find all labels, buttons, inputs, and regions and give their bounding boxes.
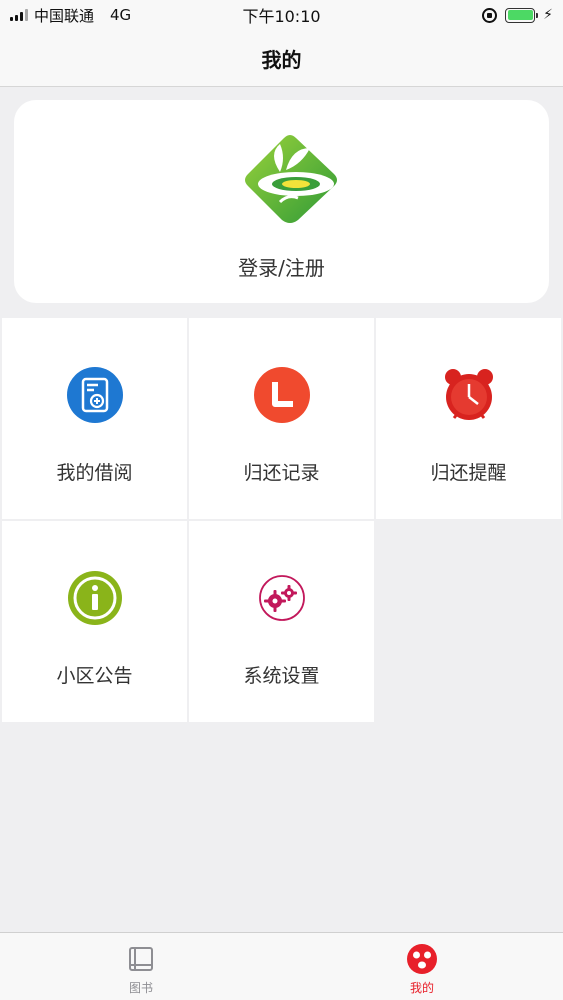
info-icon	[67, 571, 122, 625]
menu-item-label: 系统设置	[243, 665, 320, 687]
menu-item-return-reminder[interactable]: 归还提醒	[376, 318, 561, 519]
status-bar: 中国联通 4G 下午10:10 ⚡	[0, 0, 563, 30]
menu-item-system-settings[interactable]: 系统设置	[189, 521, 374, 722]
tab-label: 我的	[409, 981, 434, 995]
app-logo-icon	[245, 135, 337, 223]
menu-item-label: 我的借阅	[56, 462, 133, 484]
nav-bar: 我的	[0, 30, 563, 87]
battery-icon	[505, 7, 539, 23]
borrow-card-icon	[66, 367, 123, 423]
tab-books[interactable]: 图书	[71, 933, 211, 1000]
tab-bar: 图书 我的	[0, 932, 563, 1000]
face-icon	[407, 944, 437, 974]
rotation-lock-icon	[482, 7, 498, 23]
status-right: ⚡	[482, 7, 553, 23]
charging-icon: ⚡	[543, 7, 553, 23]
alarm-clock-icon	[444, 369, 493, 420]
network-type: 4G	[110, 6, 132, 24]
login-register-link[interactable]: 登录/注册	[14, 252, 549, 281]
menu-item-label: 小区公告	[56, 665, 133, 687]
page-title: 我的	[261, 47, 302, 72]
gears-icon	[258, 575, 305, 621]
book-icon	[129, 947, 153, 971]
login-card[interactable]: 登录/注册	[14, 100, 549, 303]
menu-item-label: 归还记录	[243, 462, 320, 484]
status-left: 中国联通 4G	[10, 5, 131, 26]
signal-icon	[10, 9, 28, 21]
carrier-name: 中国联通	[34, 6, 95, 25]
tab-label: 图书	[128, 981, 153, 995]
menu-item-my-borrowing[interactable]: 我的借阅	[2, 318, 187, 519]
clock-record-icon	[253, 367, 310, 423]
tab-mine[interactable]: 我的	[352, 933, 492, 1000]
menu-item-community-notice[interactable]: 小区公告	[2, 521, 187, 722]
menu-item-label: 归还提醒	[430, 462, 507, 484]
menu-item-return-records[interactable]: 归还记录	[189, 318, 374, 519]
